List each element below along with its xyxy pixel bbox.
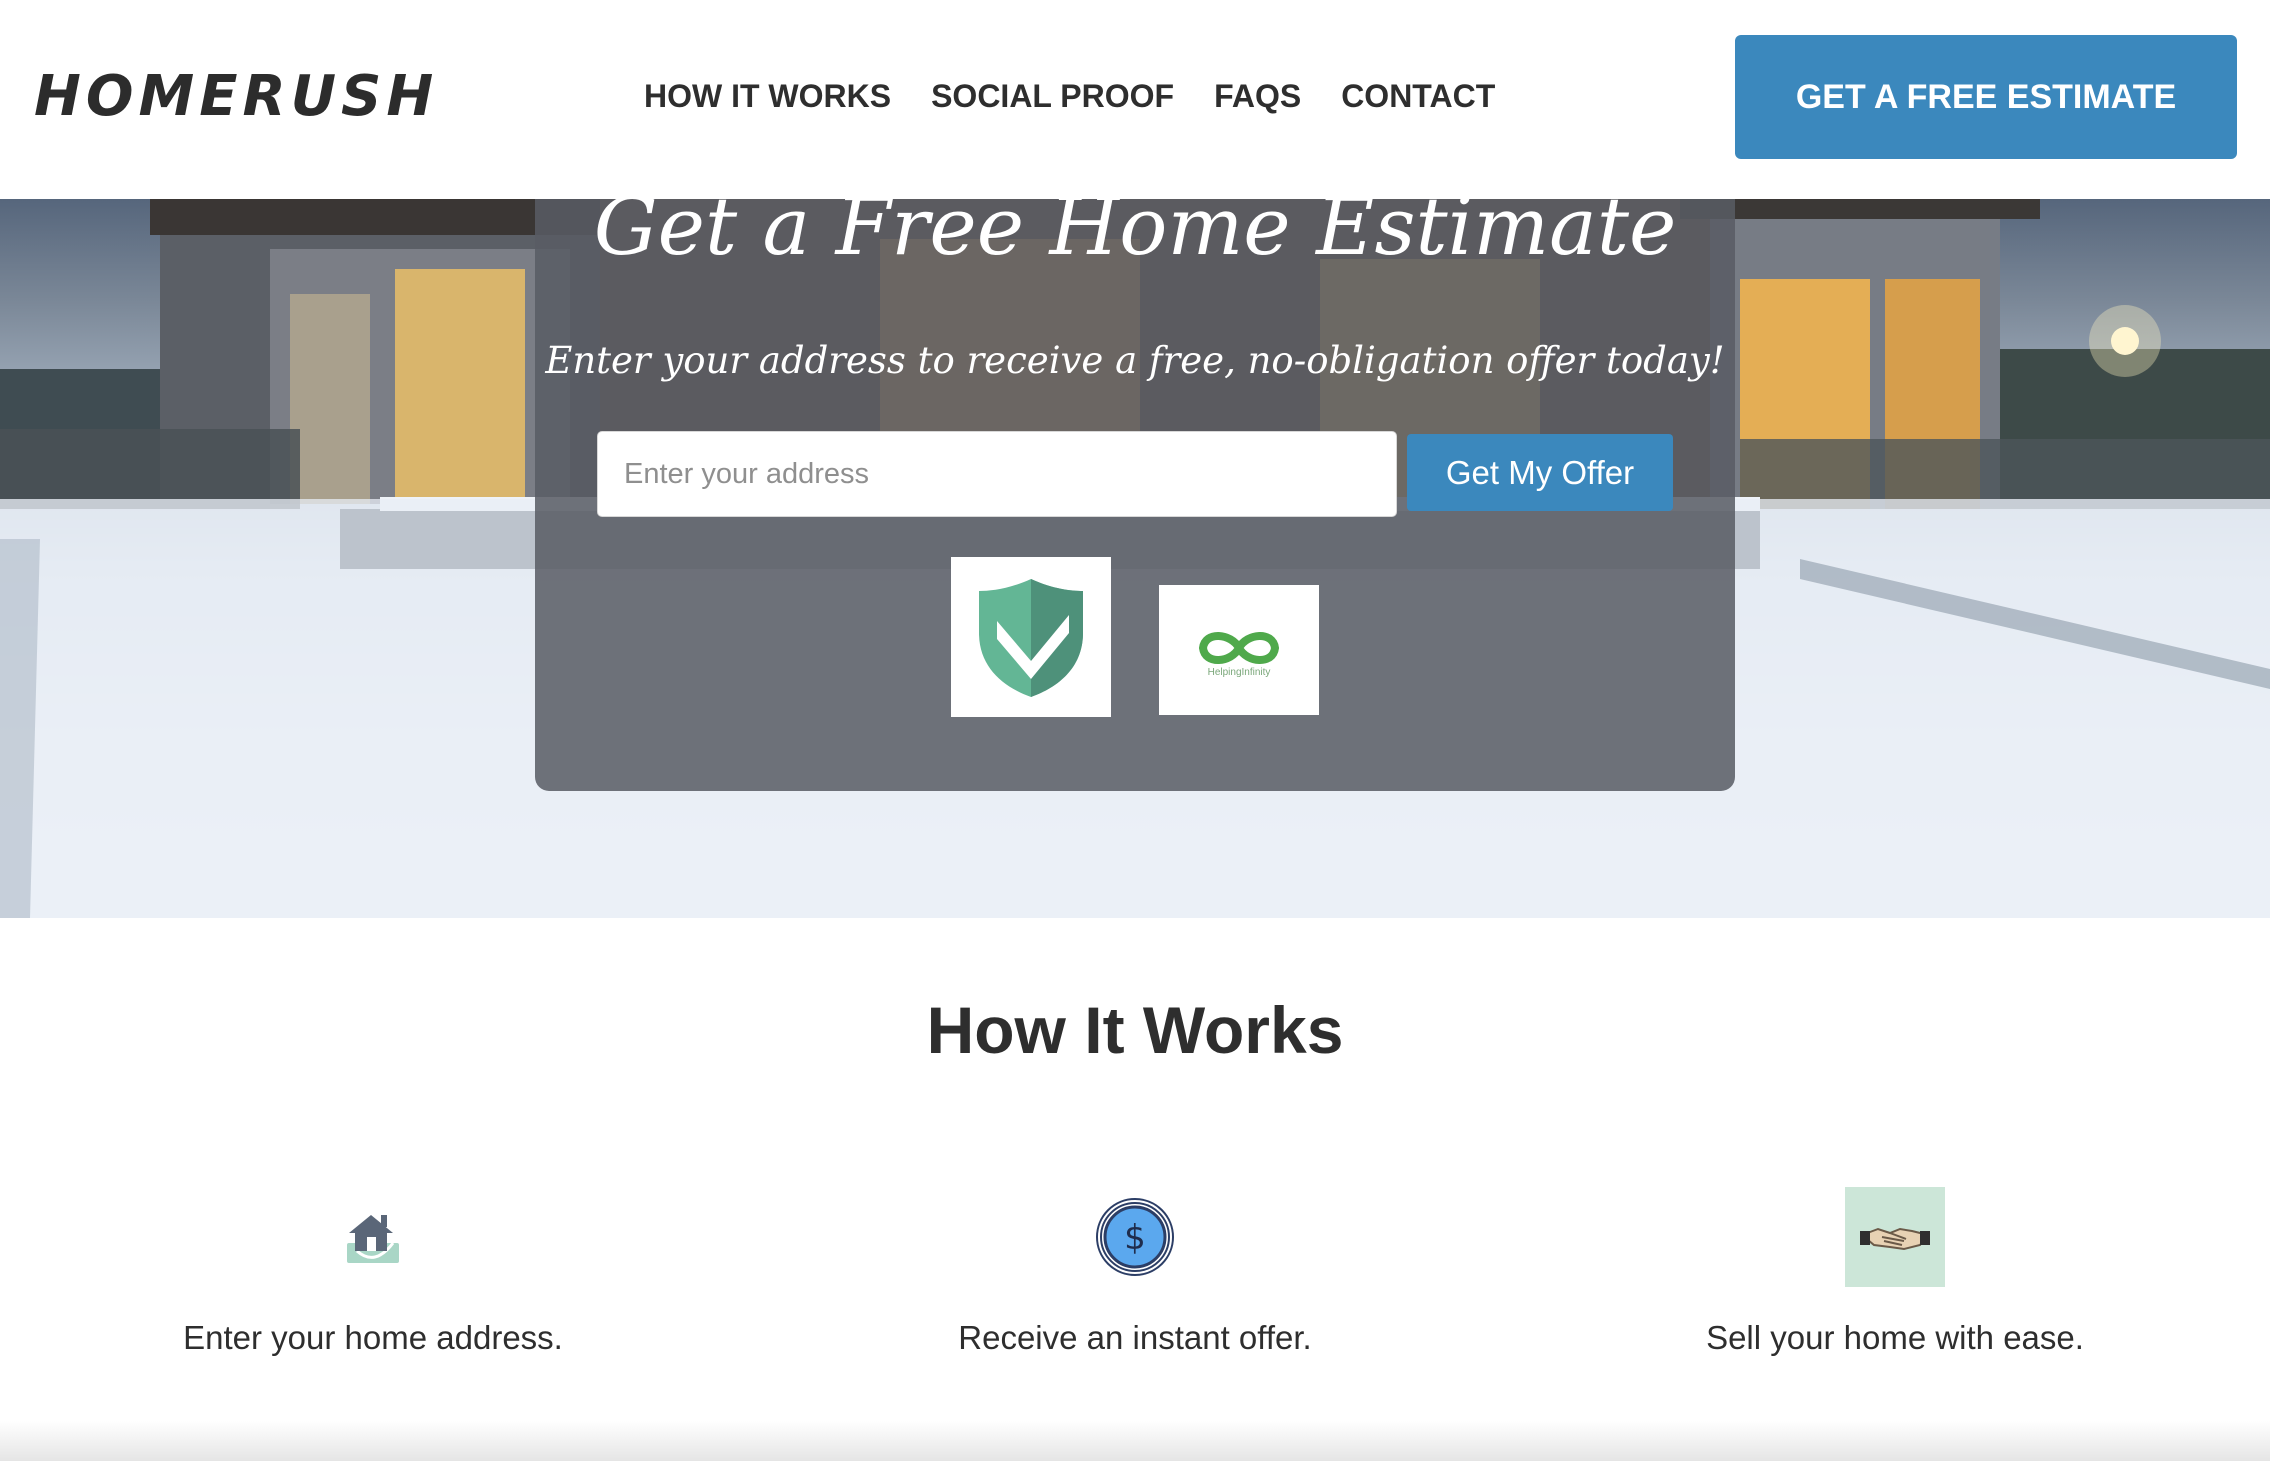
partner-logo-caption: HelpingInfinity <box>1207 666 1271 678</box>
handshake-icon-box <box>1845 1187 1945 1287</box>
get-my-offer-button[interactable]: Get My Offer <box>1407 434 1673 511</box>
step-receive-offer: $ Receive an instant offer. <box>925 1185 1345 1363</box>
hero-section <box>0 199 2270 918</box>
infinity-logo-icon <box>1198 631 1280 664</box>
main-nav: HOW IT WORKS SOCIAL PROOF FAQS CONTACT <box>644 76 1495 116</box>
shield-check-icon <box>979 579 1083 697</box>
free-estimate-button[interactable]: GET A FREE ESTIMATE <box>1735 35 2237 159</box>
how-it-works-title: How It Works <box>926 993 1344 1067</box>
step-text: Receive an instant offer. <box>958 1319 1312 1356</box>
hero-subtitle: Enter your address to receive a free, no… <box>545 339 1725 382</box>
step-sell-home: Sell your home with ease. <box>1685 1185 2105 1363</box>
site-header: HOMERUSH HOW IT WORKS SOCIAL PROOF FAQS … <box>0 0 2270 199</box>
address-input[interactable] <box>597 431 1397 517</box>
step-enter-address: Enter your home address. <box>163 1185 583 1363</box>
svg-text:$: $ <box>1124 1218 1146 1258</box>
bottom-edge-shadow <box>0 1421 2270 1461</box>
nav-contact[interactable]: CONTACT <box>1341 76 1495 116</box>
step-text: Enter your home address. <box>183 1319 563 1356</box>
partner-logo-badge: HelpingInfinity <box>1159 585 1319 715</box>
nav-social-proof[interactable]: SOCIAL PROOF <box>931 76 1174 116</box>
dollar-coin-icon: $ <box>1096 1198 1174 1276</box>
nav-how-it-works[interactable]: HOW IT WORKS <box>644 76 891 116</box>
house-icon <box>347 1215 399 1263</box>
security-badge <box>951 557 1111 717</box>
nav-faqs[interactable]: FAQS <box>1214 76 1301 116</box>
step-text: Sell your home with ease. <box>1706 1319 2084 1356</box>
handshake-icon <box>1860 1227 1930 1251</box>
site-logo[interactable]: HOMERUSH <box>34 64 438 130</box>
